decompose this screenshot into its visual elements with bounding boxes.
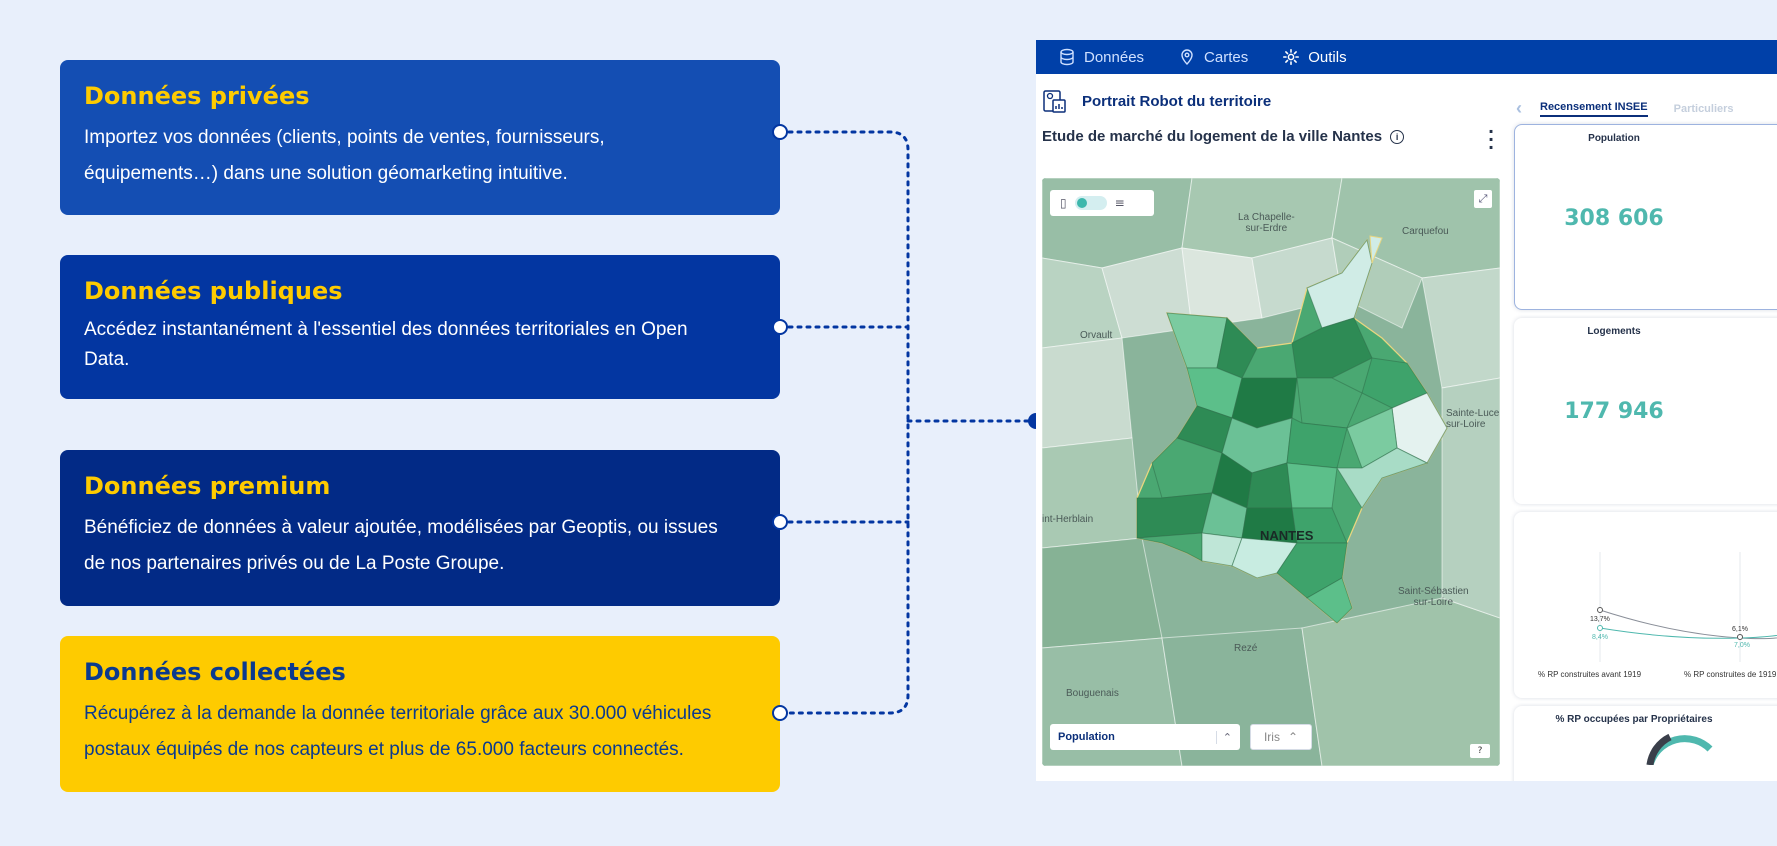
series-line	[1599, 609, 1777, 640]
chevron-double-up-icon[interactable]: ⌃	[1215, 730, 1232, 744]
portrait-title: Portrait Robot du territoire	[1082, 92, 1272, 110]
layer-select-value: Population	[1058, 731, 1115, 743]
gear-icon	[1283, 49, 1300, 65]
category-label: % RP construites avant 1919	[1538, 670, 1642, 679]
chart-title: % RP occupées par Propriétaires	[1555, 714, 1713, 725]
map-label: Bouguenais	[1066, 688, 1119, 699]
kpi-title: Population	[1588, 133, 1640, 144]
map-label: Orvault	[1080, 330, 1113, 341]
chevron-left-icon[interactable]: ‹	[1516, 98, 1522, 119]
kpi-value: 177 946	[1564, 399, 1664, 424]
kpi-value: 308 606	[1564, 206, 1664, 231]
connector-node	[772, 705, 788, 721]
app-window: Données Cartes Outils Portrait Robot du …	[1036, 40, 1777, 781]
data-label: 7,0%	[1734, 642, 1750, 649]
data-label: 6,1%	[1732, 626, 1748, 633]
map-label: int-Herblain	[1042, 514, 1094, 525]
nav-label: Cartes	[1204, 48, 1249, 66]
top-nav: Données Cartes Outils	[1036, 40, 1777, 74]
tab-recensement-insee[interactable]: Recensement INSEE	[1540, 101, 1648, 117]
nav-outils[interactable]: Outils	[1282, 48, 1347, 66]
layer-select[interactable]: Population ⌃	[1050, 724, 1240, 750]
study-title: Etude de marché du logement de la ville …	[1042, 128, 1383, 145]
kpi-population: Population 308 606	[1514, 124, 1777, 310]
data-label: 13,7%	[1590, 616, 1610, 623]
kpi-logements: Logements 177 946	[1514, 318, 1777, 504]
map-pin-icon	[1181, 49, 1193, 65]
level-select[interactable]: Iris ⌃	[1250, 724, 1312, 750]
map-label-city: NANTES	[1260, 528, 1314, 543]
tab-bar: ‹ Recensement INSEE Particuliers	[1516, 98, 1734, 119]
database-icon	[1060, 48, 1074, 66]
database-icon[interactable]: ≡	[1115, 196, 1125, 210]
series-line	[1599, 627, 1777, 639]
map-label: Sainte-Luce sur-Loire	[1446, 408, 1500, 430]
chevron-up-icon: ⌃	[1287, 730, 1299, 744]
nav-label: Outils	[1308, 48, 1347, 66]
info-icon[interactable]: i	[1390, 129, 1405, 144]
report-icon	[1043, 90, 1066, 113]
tab-particuliers[interactable]: Particuliers	[1674, 103, 1734, 115]
map-view-icon[interactable]: ▯	[1060, 196, 1067, 210]
data-point	[1597, 625, 1603, 631]
chart-construction: 13,7% 8,4% 6,1% 7,0% % RP construites av…	[1514, 512, 1777, 698]
map-label: La Chapelle- sur-Erdre	[1238, 212, 1295, 234]
view-switch[interactable]	[1074, 196, 1107, 210]
page: Données privées Importez vos données (cl…	[0, 0, 1777, 846]
more-options-icon[interactable]: · · ·	[1488, 124, 1494, 156]
expand-icon[interactable]: ⤢	[1474, 190, 1492, 208]
level-select-value: Iris	[1263, 730, 1280, 744]
map-label: Carquefou	[1402, 226, 1449, 237]
chart-proprietaires: % RP occupées par Propriétaires	[1514, 706, 1777, 781]
map-view-toggle[interactable]: ▯ ≡	[1050, 190, 1154, 216]
nav-cartes[interactable]: Cartes	[1178, 48, 1248, 66]
data-label: 8,4%	[1592, 634, 1608, 641]
connector-node	[772, 319, 788, 335]
map-canvas	[1042, 178, 1500, 766]
category-label: % RP construites de 1919	[1684, 670, 1777, 679]
choropleth-map[interactable]: ▯ ≡ ⤢ La Chapelle- sur-Erdre Carquefou O…	[1042, 178, 1500, 766]
help-button[interactable]: ?	[1470, 744, 1490, 758]
portrait-header: Portrait Robot du territoire	[1042, 88, 1271, 114]
connector-node	[772, 514, 788, 530]
map-label: Rezé	[1234, 643, 1258, 654]
nav-donnees[interactable]: Données	[1058, 48, 1144, 66]
study-header: Etude de marché du logement de la ville …	[1042, 128, 1405, 145]
data-point	[1597, 607, 1603, 613]
data-point	[1737, 634, 1743, 640]
donut-chart	[1646, 733, 1713, 767]
kpi-title: Logements	[1587, 326, 1641, 337]
connector-node	[772, 124, 788, 140]
nav-label: Données	[1084, 48, 1145, 66]
map-label: Saint-Sébastien sur-Loire	[1398, 586, 1469, 608]
